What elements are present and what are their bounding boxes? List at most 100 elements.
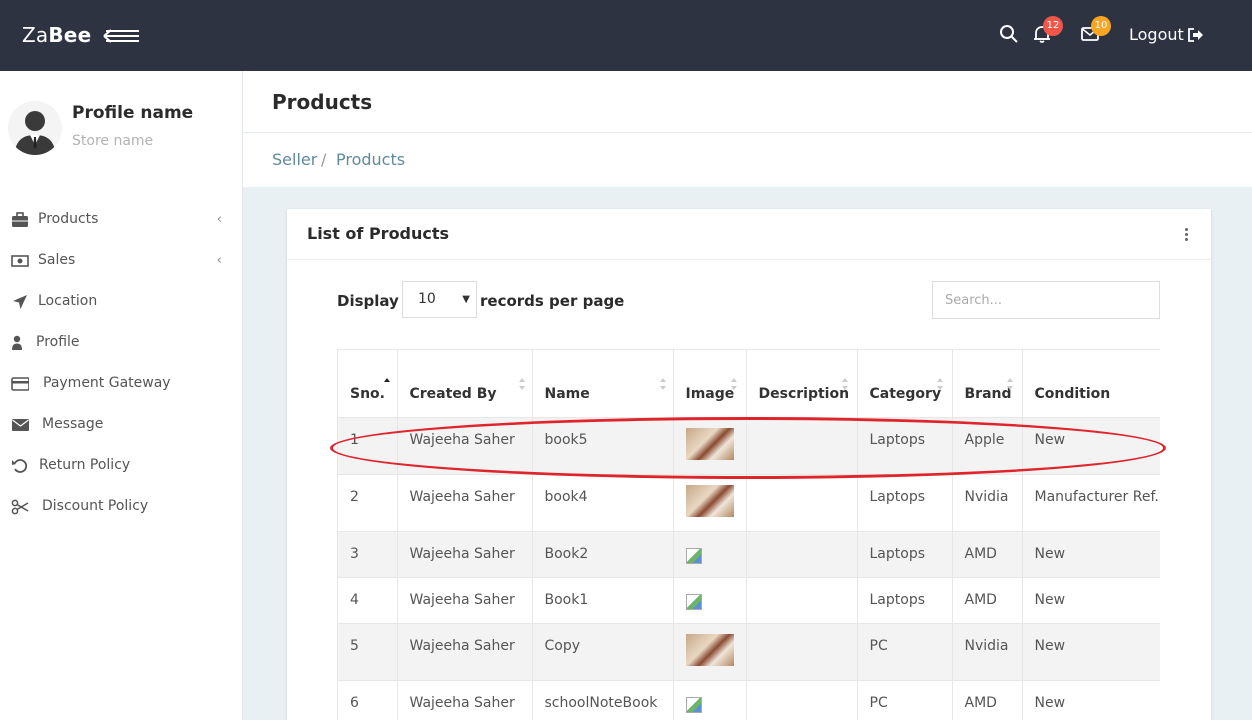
sidebar-item-label: Products — [38, 211, 99, 227]
sidebar-item-payment-gateway[interactable]: Payment Gateway — [0, 363, 242, 404]
page-title: Products — [272, 90, 373, 114]
brand-light: Za — [22, 23, 49, 47]
logout-button[interactable]: Logout — [1129, 25, 1204, 44]
avatar[interactable] — [8, 101, 62, 155]
table-row[interactable]: 6 Wajeeha Saher schoolNoteBook PC AMD Ne… — [338, 680, 1160, 720]
menu-toggle-icon[interactable] — [102, 26, 142, 46]
column-header-name[interactable]: Name — [532, 349, 674, 418]
cell-brand: Nvidia — [952, 474, 1023, 532]
records-per-page-label: records per page — [480, 292, 625, 310]
cell-created-by: Wajeeha Saher — [397, 531, 533, 578]
cell-brand: Nvidia — [952, 623, 1023, 681]
sidebar-item-return-policy[interactable]: Return Policy — [0, 445, 242, 486]
column-header-category[interactable]: Category — [857, 349, 953, 418]
records-per-page-value: 10 — [418, 291, 436, 307]
cell-name: schoolNoteBook — [532, 680, 674, 720]
cell-sno: 2 — [338, 474, 398, 532]
column-header-description[interactable]: Description — [746, 349, 858, 418]
messages-badge: 10 — [1091, 16, 1111, 36]
brand-logo[interactable]: ZaBee — [22, 23, 91, 47]
products-table-wrapper: Sno. Created By Name Image Description C… — [337, 349, 1160, 720]
page-header: Products — [243, 71, 1252, 133]
table-row[interactable]: 3 Wajeeha Saher Book2 Laptops AMD New — [338, 531, 1160, 578]
notifications-badge: 12 — [1043, 16, 1063, 36]
cell-category: PC — [857, 680, 953, 720]
cell-name: Copy — [532, 623, 674, 681]
broken-image-icon[interactable] — [685, 594, 702, 610]
cell-sno: 5 — [338, 623, 398, 681]
records-per-page-select[interactable]: 10 ▼ — [402, 281, 477, 318]
broken-image-icon[interactable] — [685, 548, 702, 564]
breadcrumb-seller-link[interactable]: Seller — [272, 150, 317, 169]
broken-image-icon[interactable] — [685, 697, 702, 713]
sidebar-item-message[interactable]: Message — [0, 404, 242, 445]
card-title: List of Products — [307, 224, 450, 243]
cell-name: Book1 — [532, 577, 674, 624]
sort-icon — [659, 378, 666, 390]
sidebar-item-location[interactable]: Location — [0, 281, 242, 322]
cell-description — [746, 531, 858, 578]
column-header-created-by[interactable]: Created By — [397, 349, 533, 418]
sidebar-item-label: Sales — [38, 252, 76, 268]
product-thumbnail[interactable] — [685, 428, 734, 460]
column-header-brand[interactable]: Brand — [952, 349, 1023, 418]
cell-created-by: Wajeeha Saher — [397, 680, 533, 720]
sort-icon — [1006, 378, 1013, 390]
column-header-label: Name — [544, 386, 590, 402]
cell-condition: New — [1022, 680, 1160, 720]
cell-description — [746, 417, 858, 475]
cell-image — [673, 577, 747, 624]
cell-image — [673, 623, 747, 681]
cell-created-by: Wajeeha Saher — [397, 417, 533, 475]
table-row[interactable]: 4 Wajeeha Saher Book1 Laptops AMD New — [338, 577, 1160, 624]
cell-description — [746, 474, 858, 532]
credit-card-icon — [11, 377, 29, 391]
table-row[interactable]: 2 Wajeeha Saher book4 Laptops Nvidia Man… — [338, 474, 1160, 532]
table-row[interactable]: 5 Wajeeha Saher Copy PC Nvidia New — [338, 623, 1160, 681]
breadcrumb-products-link[interactable]: Products — [336, 150, 405, 169]
search-input[interactable] — [932, 281, 1160, 319]
breadcrumb-separator: / — [321, 150, 327, 169]
column-header-sno[interactable]: Sno. — [338, 349, 398, 418]
messages-envelope-icon[interactable]: 10 — [1080, 16, 1111, 46]
table-row[interactable]: 1 Wajeeha Saher book5 Laptops Apple New — [338, 417, 1160, 475]
cell-brand: AMD — [952, 531, 1023, 578]
column-header-image[interactable]: Image — [673, 349, 747, 418]
cell-created-by: Wajeeha Saher — [397, 474, 533, 532]
sidebar-item-label: Discount Policy — [42, 498, 149, 514]
cell-image — [673, 417, 747, 475]
sort-icon — [730, 378, 737, 390]
cell-condition: New — [1022, 623, 1160, 681]
sidebar-item-profile[interactable]: Profile — [0, 322, 242, 363]
notifications-bell-icon[interactable]: 12 — [1032, 16, 1063, 46]
cell-condition: New — [1022, 577, 1160, 624]
column-header-label: Image — [685, 386, 735, 402]
cell-category: Laptops — [857, 531, 953, 578]
cell-created-by: Wajeeha Saher — [397, 577, 533, 624]
envelope-icon — [12, 419, 29, 431]
products-card: List of Products Display 10 ▼ records pe… — [287, 209, 1211, 720]
undo-icon — [12, 459, 28, 473]
cell-sno: 1 — [338, 417, 398, 475]
product-thumbnail[interactable] — [685, 485, 734, 517]
cell-image — [673, 474, 747, 532]
sidebar-item-products[interactable]: Products ‹ — [0, 199, 242, 240]
sidebar-item-discount-policy[interactable]: Discount Policy — [0, 486, 242, 527]
store-name: Store name — [72, 133, 154, 149]
search-icon[interactable] — [999, 24, 1021, 46]
sort-icon — [936, 378, 943, 390]
brand-bold: Bee — [48, 23, 92, 47]
column-header-condition[interactable]: Condition — [1022, 349, 1160, 418]
cell-name: book5 — [532, 417, 674, 475]
cell-sno: 3 — [338, 531, 398, 578]
product-thumbnail[interactable] — [685, 634, 734, 666]
column-header-label: Sno. — [350, 386, 385, 402]
sidebar-item-label: Location — [38, 293, 98, 309]
chevron-left-icon: ‹ — [216, 212, 222, 227]
briefcase-icon — [12, 212, 28, 227]
sidebar-item-label: Return Policy — [39, 457, 131, 473]
more-options-icon[interactable] — [1183, 228, 1191, 244]
sidebar-item-sales[interactable]: Sales ‹ — [0, 240, 242, 281]
sidebar-item-label: Payment Gateway — [43, 375, 171, 391]
money-icon — [11, 255, 29, 267]
